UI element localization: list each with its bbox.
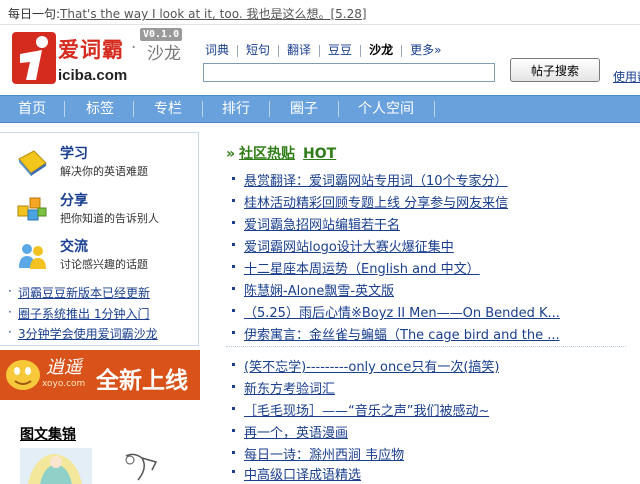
top-nav: 词典 短句 翻译 豆豆 沙龙 更多» <box>205 41 449 59</box>
category-subtitle: 把你知道的告诉别人 <box>60 212 159 225</box>
category-title: 交流 <box>60 239 88 255</box>
main-nav-home[interactable]: 首页 <box>18 96 46 122</box>
main-nav: 首页 标签 专栏 排行 圈子 个人空间 <box>0 95 640 123</box>
logo-dot: · <box>131 38 137 58</box>
main-nav-circles[interactable]: 圈子 <box>290 96 318 122</box>
logo-domain: iciba.com <box>58 67 128 84</box>
news-link[interactable]: 圈子系统推出 1分钟入门 <box>8 305 149 322</box>
list-bullet <box>232 451 235 454</box>
header: 爱词霸 · 沙龙 iciba.com V0.1.0 词典 短句 翻译 豆豆 沙龙 更多» … <box>0 25 640 95</box>
gallery-thumbnail[interactable] <box>20 448 92 484</box>
list-bullet <box>232 385 235 388</box>
nav-separator <box>269 101 270 117</box>
xoyo-logo-icon <box>6 360 40 390</box>
main-nav-ranking[interactable]: 排行 <box>222 96 250 122</box>
hot-post-link[interactable]: 爱词霸网站logo设计大赛火爆征集中 <box>244 236 454 255</box>
list-divider <box>226 346 626 347</box>
news-link[interactable]: 词霸豆豆新版本已经更新 <box>8 284 150 301</box>
hot-post-link[interactable]: 伊索寓言：金丝雀与蝙蝠（The cage bird and the ... <box>244 324 560 343</box>
hot-post-link[interactable]: 中高级口译成语精选 <box>244 464 361 483</box>
banner-headline: 全新上线 <box>96 368 188 394</box>
list-bullet <box>232 407 235 410</box>
hot-badge[interactable]: HOT <box>303 146 336 162</box>
gallery-thumbnail[interactable] <box>108 448 180 484</box>
list-bullet <box>232 177 235 180</box>
top-nav-phrases[interactable]: 短句 <box>238 41 278 58</box>
hot-post-link[interactable]: 陈慧娴-Alone飘雪-英文版 <box>244 280 394 299</box>
list-bullet <box>232 470 235 473</box>
category-panel: 学习 解决你的英语难题 分享 把你知道的告诉别人 交流 讨论感兴趣的话题 词霸豆 <box>0 132 199 346</box>
top-nav-doudou[interactable]: 豆豆 <box>320 41 360 58</box>
list-bullet <box>232 243 235 246</box>
logo-salon-text: 沙龙 <box>147 44 181 64</box>
double-chevron-icon: » <box>226 146 236 162</box>
category-title: 分享 <box>60 193 88 209</box>
hot-post-link[interactable]: （5.25）雨后心情※Boyz II Men——On Bended K... <box>244 302 560 321</box>
hot-post-link[interactable]: 桂林活动精彩回顾专题上线 分享参与网友来信 <box>244 192 508 211</box>
help-link[interactable]: 使用帮 <box>613 68 640 85</box>
nav-separator <box>133 101 134 117</box>
main-nav-tags[interactable]: 标签 <box>86 96 114 122</box>
daily-sentence-link[interactable]: That's the way I look at it, too. 我也是这么想… <box>60 7 367 21</box>
top-nav-more[interactable]: 更多» <box>402 41 449 58</box>
hot-post-link[interactable]: ［毛毛现场］——“音乐之声”我们被感动~ <box>244 400 489 419</box>
top-nav-dictionary[interactable]: 词典 <box>205 41 237 58</box>
hot-post-link[interactable]: 再一个，英语漫画 <box>244 422 348 441</box>
list-bullet <box>232 429 235 432</box>
nav-separator <box>202 101 203 117</box>
blocks-icon <box>17 197 47 221</box>
list-bullet <box>232 221 235 224</box>
nav-separator <box>434 101 435 117</box>
list-bullet <box>232 287 235 290</box>
category-study[interactable]: 学习 解决你的英语难题 <box>16 143 196 183</box>
category-subtitle: 解决你的英语难题 <box>60 165 148 178</box>
hot-posts-heading: » 社区热贴 HOT <box>226 143 336 163</box>
hot-post-link[interactable]: 十二星座本周运势（English and 中文） <box>244 258 480 277</box>
category-title: 学习 <box>60 146 88 162</box>
list-bullet <box>232 331 235 334</box>
top-nav-salon[interactable]: 沙龙 <box>361 41 401 58</box>
xoyo-banner-ad[interactable]: 逍遥 xoyo.com 全新上线 <box>0 350 200 400</box>
left-sidebar: 学习 解决你的英语难题 分享 把你知道的告诉别人 交流 讨论感兴趣的话题 词霸豆 <box>0 132 200 484</box>
search-input[interactable] <box>203 63 495 82</box>
category-share[interactable]: 分享 把你知道的告诉别人 <box>16 190 196 230</box>
people-icon <box>19 244 46 269</box>
hot-post-link[interactable]: 悬赏翻译：爱词霸网站专用词（10个专家分） <box>244 170 508 189</box>
list-bullet <box>232 199 235 202</box>
nav-separator <box>64 101 65 117</box>
gallery-title[interactable]: 图文集锦 <box>20 424 76 444</box>
anime-girl-thumbnail-image <box>20 448 92 484</box>
logo-text: 爱词霸 <box>58 37 124 62</box>
sketch-figure-thumbnail-image <box>108 448 180 484</box>
book-icon <box>18 150 47 176</box>
main-nav-columns[interactable]: 专栏 <box>154 96 182 122</box>
top-nav-translate[interactable]: 翻译 <box>279 41 319 58</box>
version-badge: V0.1.0 <box>140 28 183 41</box>
list-bullet <box>232 265 235 268</box>
logo-mark-icon <box>12 32 56 84</box>
news-link[interactable]: 3分钟学会使用爱词霸沙龙 <box>8 325 158 342</box>
category-subtitle: 讨论感兴趣的话题 <box>60 258 148 271</box>
daily-sentence: 每日一句:That's the way I look at it, too. 我… <box>8 5 367 22</box>
daily-label: 每日一句: <box>8 7 61 21</box>
hot-posts-title[interactable]: 社区热贴 <box>239 146 295 162</box>
list-bullet <box>232 363 235 366</box>
hot-post-link[interactable]: 爱词霸急招网站编辑若干名 <box>244 214 400 233</box>
site-logo[interactable]: 爱词霸 · 沙龙 iciba.com V0.1.0 <box>10 28 190 90</box>
daily-sentence-bar: 每日一句:That's the way I look at it, too. 我… <box>0 0 640 25</box>
post-search-button[interactable]: 帖子搜索 <box>510 58 600 82</box>
hot-post-link[interactable]: (笑不忘学)---------only once只有一次(搞笑) <box>244 356 499 375</box>
main-nav-personal-space[interactable]: 个人空间 <box>358 96 414 122</box>
hot-post-link[interactable]: 新东方考验词汇 <box>244 378 335 397</box>
nav-separator <box>338 101 339 117</box>
banner-brand: 逍遥 <box>46 357 82 378</box>
hot-post-link[interactable]: 每日一诗：滁州西涧 韦应物 <box>244 444 404 463</box>
banner-url: xoyo.com <box>42 379 86 389</box>
category-discuss[interactable]: 交流 讨论感兴趣的话题 <box>16 236 196 276</box>
list-bullet <box>232 309 235 312</box>
